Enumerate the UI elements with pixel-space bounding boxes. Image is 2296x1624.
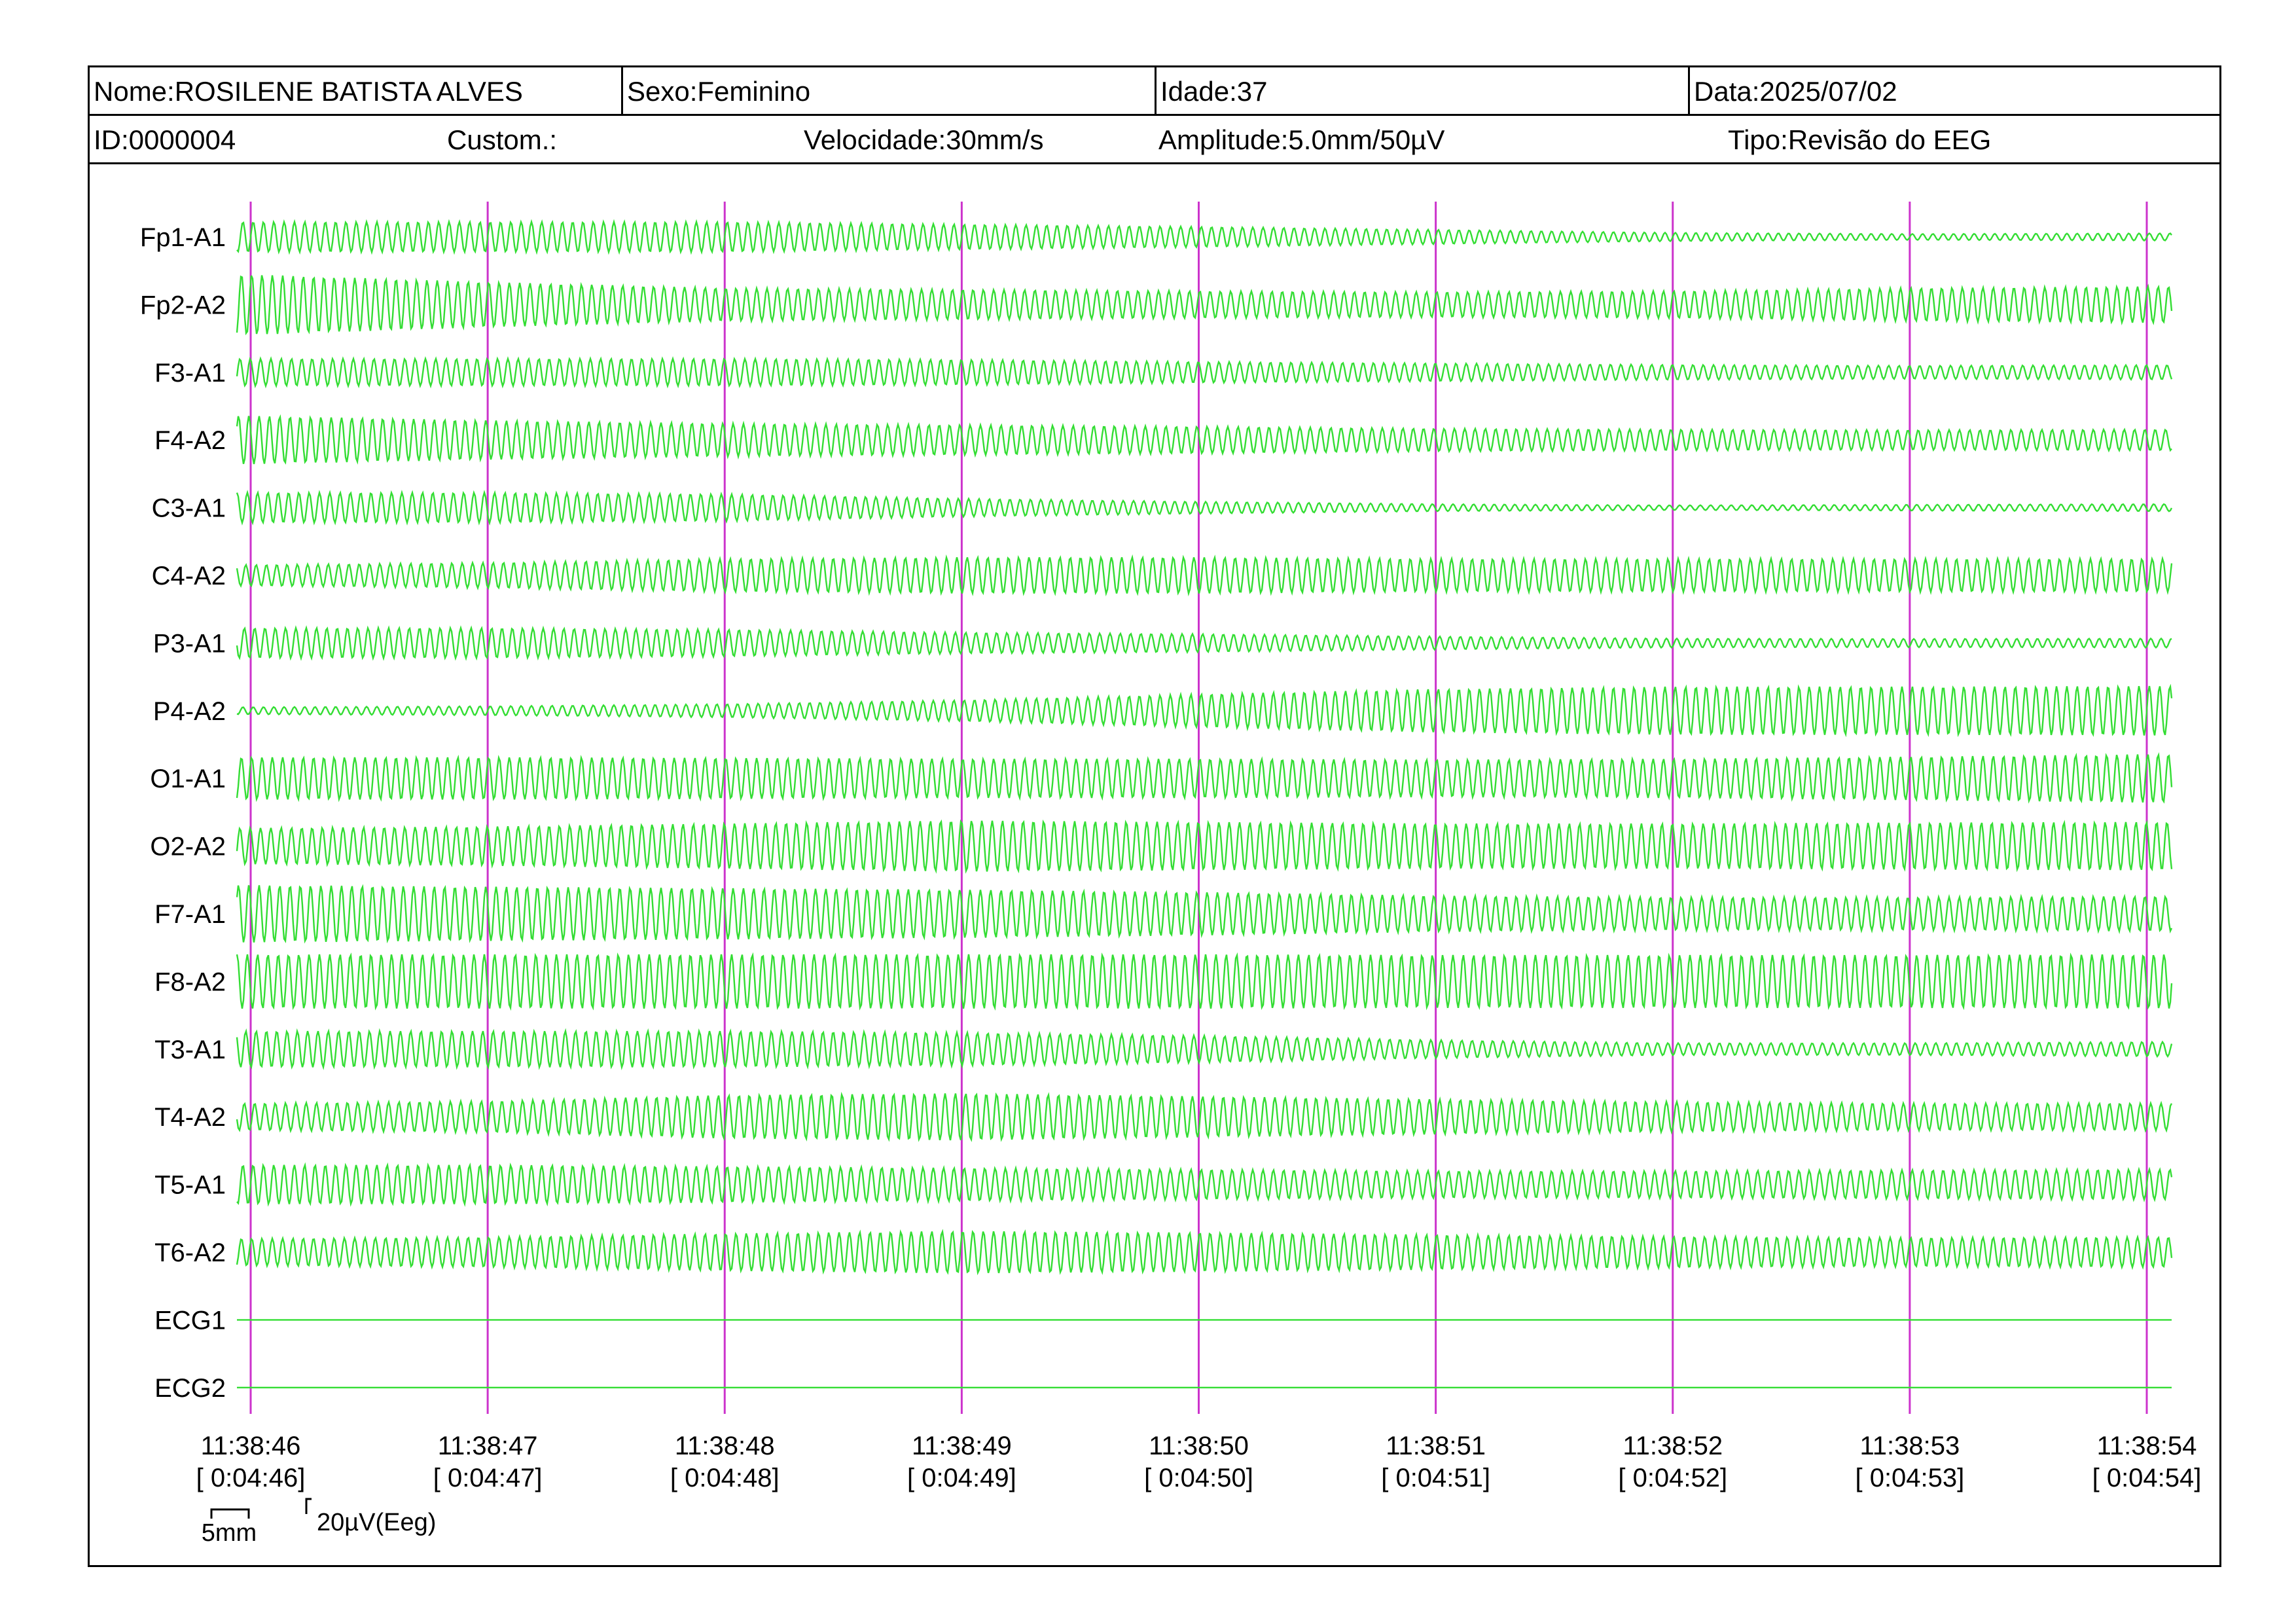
- eeg-trace-t3-a1: [236, 1028, 2173, 1070]
- channel-label: F8-A2: [154, 967, 226, 996]
- eeg-trace-c4-a2: [236, 554, 2173, 597]
- channel-label: F4-A2: [154, 426, 226, 455]
- channel-label: T5-A1: [154, 1171, 226, 1200]
- eeg-trace-t4-a2: [236, 1091, 2173, 1142]
- channel-label: Fp2-A2: [140, 291, 226, 319]
- eeg-trace-o2-a2: [236, 819, 2173, 874]
- channel-label: F7-A1: [154, 900, 226, 929]
- eeg-trace-p4-a2: [236, 683, 2173, 738]
- eeg-chart: Fp1-A1 Fp2-A2 F3-A1 F4-A2 C3-A1 C4-A2 P3-A1 P4-…: [140, 202, 2202, 1547]
- channel-label: C3-A1: [152, 494, 226, 523]
- time-tick-label: 11:38:54: [2097, 1432, 2197, 1460]
- eeg-trace-o1-a1: [236, 752, 2173, 804]
- elapsed-tick-label: [ 0:04:49]: [907, 1464, 1016, 1492]
- elapsed-tick-label: [ 0:04:50]: [1144, 1464, 1253, 1492]
- elapsed-tick-label: [ 0:04:47]: [433, 1464, 543, 1492]
- channel-label: T3-A1: [154, 1036, 226, 1064]
- channel-label: ECG1: [154, 1306, 226, 1335]
- time-scale-bracket: [210, 1508, 250, 1519]
- channel-labels: Fp1-A1 Fp2-A2 F3-A1 F4-A2 C3-A1 C4-A2 P3-A1 P4-…: [140, 223, 226, 1403]
- eeg-trace-t6-a2: [236, 1229, 2173, 1276]
- eeg-trace-t5-a1: [236, 1162, 2173, 1207]
- time-axis-labels: 11:38:46 [ 0:04:46] 11:38:47 [ 0:04:47] 11:3…: [196, 1432, 2202, 1492]
- time-tick-label: 11:38:48: [675, 1432, 775, 1460]
- eeg-trace-c3-a1: [236, 490, 2173, 526]
- eeg-trace-fp2-a2: [236, 275, 2173, 336]
- scale-bar: 5mm 20µV(Eeg): [202, 1498, 436, 1547]
- elapsed-tick-label: [ 0:04:54]: [2092, 1464, 2202, 1492]
- channel-label: T4-A2: [154, 1103, 226, 1132]
- eeg-trace-f7-a1: [236, 884, 2173, 944]
- channel-label: P3-A1: [153, 629, 226, 658]
- channel-label: T6-A2: [154, 1238, 226, 1267]
- time-tick-label: 11:38:46: [201, 1432, 301, 1460]
- elapsed-tick-label: [ 0:04:46]: [196, 1464, 306, 1492]
- time-scale-label: 5mm: [202, 1519, 257, 1547]
- channel-label: P4-A2: [153, 697, 226, 726]
- elapsed-tick-label: [ 0:04:48]: [670, 1464, 780, 1492]
- elapsed-tick-label: [ 0:04:51]: [1381, 1464, 1490, 1492]
- elapsed-tick-label: [ 0:04:53]: [1855, 1464, 1964, 1492]
- channel-label: C4-A2: [152, 562, 226, 590]
- eeg-traces: [236, 219, 2173, 1388]
- eeg-trace-f4-a2: [236, 414, 2172, 465]
- eeg-trace-f8-a2: [236, 952, 2173, 1011]
- time-tick-label: 11:38:51: [1386, 1432, 1486, 1460]
- channel-label: ECG2: [154, 1374, 226, 1403]
- time-tick-label: 11:38:53: [1860, 1432, 1960, 1460]
- time-tick-label: 11:38:50: [1149, 1432, 1249, 1460]
- channel-label: O1-A1: [150, 765, 226, 793]
- channel-label: O2-A2: [150, 833, 226, 861]
- time-tick-label: 11:38:49: [912, 1432, 1012, 1460]
- eeg-trace-p3-a1: [236, 625, 2172, 661]
- time-tick-label: 11:38:52: [1623, 1432, 1723, 1460]
- eeg-trace-f3-a1: [236, 356, 2173, 389]
- elapsed-tick-label: [ 0:04:52]: [1618, 1464, 1727, 1492]
- time-tick-label: 11:38:47: [438, 1432, 538, 1460]
- eeg-trace-fp1-a1: [236, 219, 2172, 255]
- channel-label: F3-A1: [154, 359, 226, 388]
- amp-scale-bracket: [305, 1498, 312, 1514]
- channel-label: Fp1-A1: [140, 223, 226, 252]
- amp-scale-label: 20µV(Eeg): [317, 1509, 436, 1536]
